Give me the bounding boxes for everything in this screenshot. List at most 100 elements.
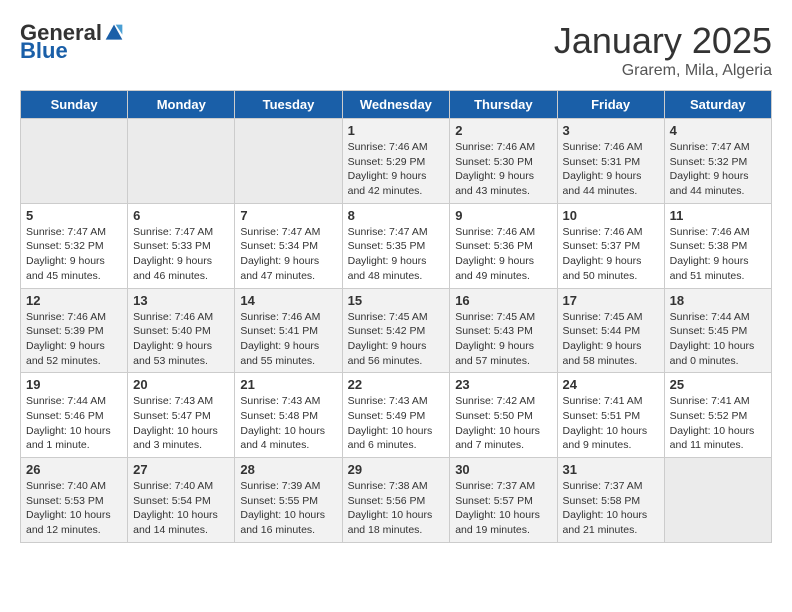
day-number: 24: [563, 377, 659, 392]
day-info: Sunrise: 7:47 AM Sunset: 5:32 PM Dayligh…: [26, 225, 122, 284]
calendar-week-row: 12 Sunrise: 7:46 AM Sunset: 5:39 PM Dayli…: [21, 288, 772, 373]
day-number: 10: [563, 208, 659, 223]
calendar-cell: 14 Sunrise: 7:46 AM Sunset: 5:41 PM Dayli…: [235, 288, 342, 373]
calendar-cell: 23 Sunrise: 7:42 AM Sunset: 5:50 PM Dayli…: [450, 373, 557, 458]
day-number: 28: [240, 462, 336, 477]
calendar-cell: 20 Sunrise: 7:43 AM Sunset: 5:47 PM Dayli…: [128, 373, 235, 458]
calendar-cell: 28 Sunrise: 7:39 AM Sunset: 5:55 PM Dayli…: [235, 458, 342, 543]
calendar-cell: 22Sunrise: 7:43 AM Sunset: 5:49 PM Dayli…: [342, 373, 450, 458]
calendar-cell: 27 Sunrise: 7:40 AM Sunset: 5:54 PM Dayli…: [128, 458, 235, 543]
calendar-cell: 25 Sunrise: 7:41 AM Sunset: 5:52 PM Dayli…: [664, 373, 771, 458]
day-info: Sunrise: 7:46 AM Sunset: 5:36 PM Dayligh…: [455, 225, 551, 284]
calendar-week-row: 26 Sunrise: 7:40 AM Sunset: 5:53 PM Dayli…: [21, 458, 772, 543]
calendar-cell: 5 Sunrise: 7:47 AM Sunset: 5:32 PM Daylig…: [21, 203, 128, 288]
day-number: 17: [563, 293, 659, 308]
logo: General Blue: [20, 20, 124, 64]
calendar-cell: 3 Sunrise: 7:46 AM Sunset: 5:31 PM Daylig…: [557, 119, 664, 204]
day-number: 27: [133, 462, 229, 477]
header-saturday: Saturday: [664, 91, 771, 119]
header-monday: Monday: [128, 91, 235, 119]
calendar-cell: 9Sunrise: 7:46 AM Sunset: 5:36 PM Daylig…: [450, 203, 557, 288]
day-info: Sunrise: 7:45 AM Sunset: 5:43 PM Dayligh…: [455, 310, 551, 369]
day-info: Sunrise: 7:41 AM Sunset: 5:52 PM Dayligh…: [670, 394, 766, 453]
day-number: 5: [26, 208, 122, 223]
day-number: 8: [348, 208, 445, 223]
day-info: Sunrise: 7:45 AM Sunset: 5:44 PM Dayligh…: [563, 310, 659, 369]
calendar-cell: [664, 458, 771, 543]
day-info: Sunrise: 7:44 AM Sunset: 5:46 PM Dayligh…: [26, 394, 122, 453]
day-number: 6: [133, 208, 229, 223]
day-number: 19: [26, 377, 122, 392]
day-info: Sunrise: 7:39 AM Sunset: 5:55 PM Dayligh…: [240, 479, 336, 538]
day-info: Sunrise: 7:46 AM Sunset: 5:40 PM Dayligh…: [133, 310, 229, 369]
day-info: Sunrise: 7:46 AM Sunset: 5:38 PM Dayligh…: [670, 225, 766, 284]
calendar-week-row: 1 Sunrise: 7:46 AM Sunset: 5:29 PM Daylig…: [21, 119, 772, 204]
header-friday: Friday: [557, 91, 664, 119]
day-info: Sunrise: 7:46 AM Sunset: 5:31 PM Dayligh…: [563, 140, 659, 199]
day-number: 14: [240, 293, 336, 308]
day-info: Sunrise: 7:41 AM Sunset: 5:51 PM Dayligh…: [563, 394, 659, 453]
calendar-cell: 12 Sunrise: 7:46 AM Sunset: 5:39 PM Dayli…: [21, 288, 128, 373]
month-title: January 2025: [554, 20, 772, 62]
calendar-cell: [235, 119, 342, 204]
day-info: Sunrise: 7:43 AM Sunset: 5:47 PM Dayligh…: [133, 394, 229, 453]
day-info: Sunrise: 7:47 AM Sunset: 5:34 PM Dayligh…: [240, 225, 336, 284]
day-info: Sunrise: 7:42 AM Sunset: 5:50 PM Dayligh…: [455, 394, 551, 453]
day-info: Sunrise: 7:40 AM Sunset: 5:54 PM Dayligh…: [133, 479, 229, 538]
day-info: Sunrise: 7:46 AM Sunset: 5:37 PM Dayligh…: [563, 225, 659, 284]
calendar-cell: 2 Sunrise: 7:46 AM Sunset: 5:30 PM Daylig…: [450, 119, 557, 204]
page-header: General Blue January 2025 Grarem, Mila, …: [20, 20, 772, 80]
header-wednesday: Wednesday: [342, 91, 450, 119]
calendar-cell: 26 Sunrise: 7:40 AM Sunset: 5:53 PM Dayli…: [21, 458, 128, 543]
day-info: Sunrise: 7:46 AM Sunset: 5:30 PM Dayligh…: [455, 140, 551, 199]
day-info: Sunrise: 7:45 AM Sunset: 5:42 PM Dayligh…: [348, 310, 445, 369]
day-number: 3: [563, 123, 659, 138]
calendar-cell: 1 Sunrise: 7:46 AM Sunset: 5:29 PM Daylig…: [342, 119, 450, 204]
day-number: 25: [670, 377, 766, 392]
calendar-cell: [21, 119, 128, 204]
logo-blue-text: Blue: [20, 38, 68, 64]
calendar-cell: 10 Sunrise: 7:46 AM Sunset: 5:37 PM Dayli…: [557, 203, 664, 288]
day-number: 11: [670, 208, 766, 223]
day-number: 7: [240, 208, 336, 223]
calendar-cell: 6 Sunrise: 7:47 AM Sunset: 5:33 PM Daylig…: [128, 203, 235, 288]
calendar: SundayMondayTuesdayWednesdayThursdayFrid…: [20, 90, 772, 543]
calendar-cell: 16Sunrise: 7:45 AM Sunset: 5:43 PM Dayli…: [450, 288, 557, 373]
day-number: 2: [455, 123, 551, 138]
header-tuesday: Tuesday: [235, 91, 342, 119]
day-info: Sunrise: 7:46 AM Sunset: 5:29 PM Dayligh…: [348, 140, 445, 199]
day-number: 30: [455, 462, 551, 477]
day-info: Sunrise: 7:43 AM Sunset: 5:49 PM Dayligh…: [348, 394, 445, 453]
calendar-cell: 30 Sunrise: 7:37 AM Sunset: 5:57 PM Dayli…: [450, 458, 557, 543]
day-info: Sunrise: 7:37 AM Sunset: 5:57 PM Dayligh…: [455, 479, 551, 538]
day-info: Sunrise: 7:37 AM Sunset: 5:58 PM Dayligh…: [563, 479, 659, 538]
calendar-week-row: 19 Sunrise: 7:44 AM Sunset: 5:46 PM Dayli…: [21, 373, 772, 458]
calendar-week-row: 5 Sunrise: 7:47 AM Sunset: 5:32 PM Daylig…: [21, 203, 772, 288]
day-info: Sunrise: 7:47 AM Sunset: 5:35 PM Dayligh…: [348, 225, 445, 284]
day-number: 23: [455, 377, 551, 392]
calendar-cell: 21Sunrise: 7:43 AM Sunset: 5:48 PM Dayli…: [235, 373, 342, 458]
calendar-cell: 4Sunrise: 7:47 AM Sunset: 5:32 PM Daylig…: [664, 119, 771, 204]
day-number: 20: [133, 377, 229, 392]
day-info: Sunrise: 7:46 AM Sunset: 5:41 PM Dayligh…: [240, 310, 336, 369]
day-number: 13: [133, 293, 229, 308]
header-sunday: Sunday: [21, 91, 128, 119]
day-info: Sunrise: 7:46 AM Sunset: 5:39 PM Dayligh…: [26, 310, 122, 369]
day-info: Sunrise: 7:47 AM Sunset: 5:33 PM Dayligh…: [133, 225, 229, 284]
day-info: Sunrise: 7:38 AM Sunset: 5:56 PM Dayligh…: [348, 479, 445, 538]
day-info: Sunrise: 7:44 AM Sunset: 5:45 PM Dayligh…: [670, 310, 766, 369]
calendar-cell: [128, 119, 235, 204]
day-number: 12: [26, 293, 122, 308]
location: Grarem, Mila, Algeria: [554, 62, 772, 80]
calendar-cell: 29Sunrise: 7:38 AM Sunset: 5:56 PM Dayli…: [342, 458, 450, 543]
day-number: 26: [26, 462, 122, 477]
day-number: 21: [240, 377, 336, 392]
calendar-cell: 8 Sunrise: 7:47 AM Sunset: 5:35 PM Daylig…: [342, 203, 450, 288]
calendar-cell: 17 Sunrise: 7:45 AM Sunset: 5:44 PM Dayli…: [557, 288, 664, 373]
day-info: Sunrise: 7:40 AM Sunset: 5:53 PM Dayligh…: [26, 479, 122, 538]
calendar-cell: 18Sunrise: 7:44 AM Sunset: 5:45 PM Dayli…: [664, 288, 771, 373]
title-block: January 2025 Grarem, Mila, Algeria: [554, 20, 772, 80]
day-number: 1: [348, 123, 445, 138]
calendar-cell: 11 Sunrise: 7:46 AM Sunset: 5:38 PM Dayli…: [664, 203, 771, 288]
logo-icon: [104, 23, 124, 43]
